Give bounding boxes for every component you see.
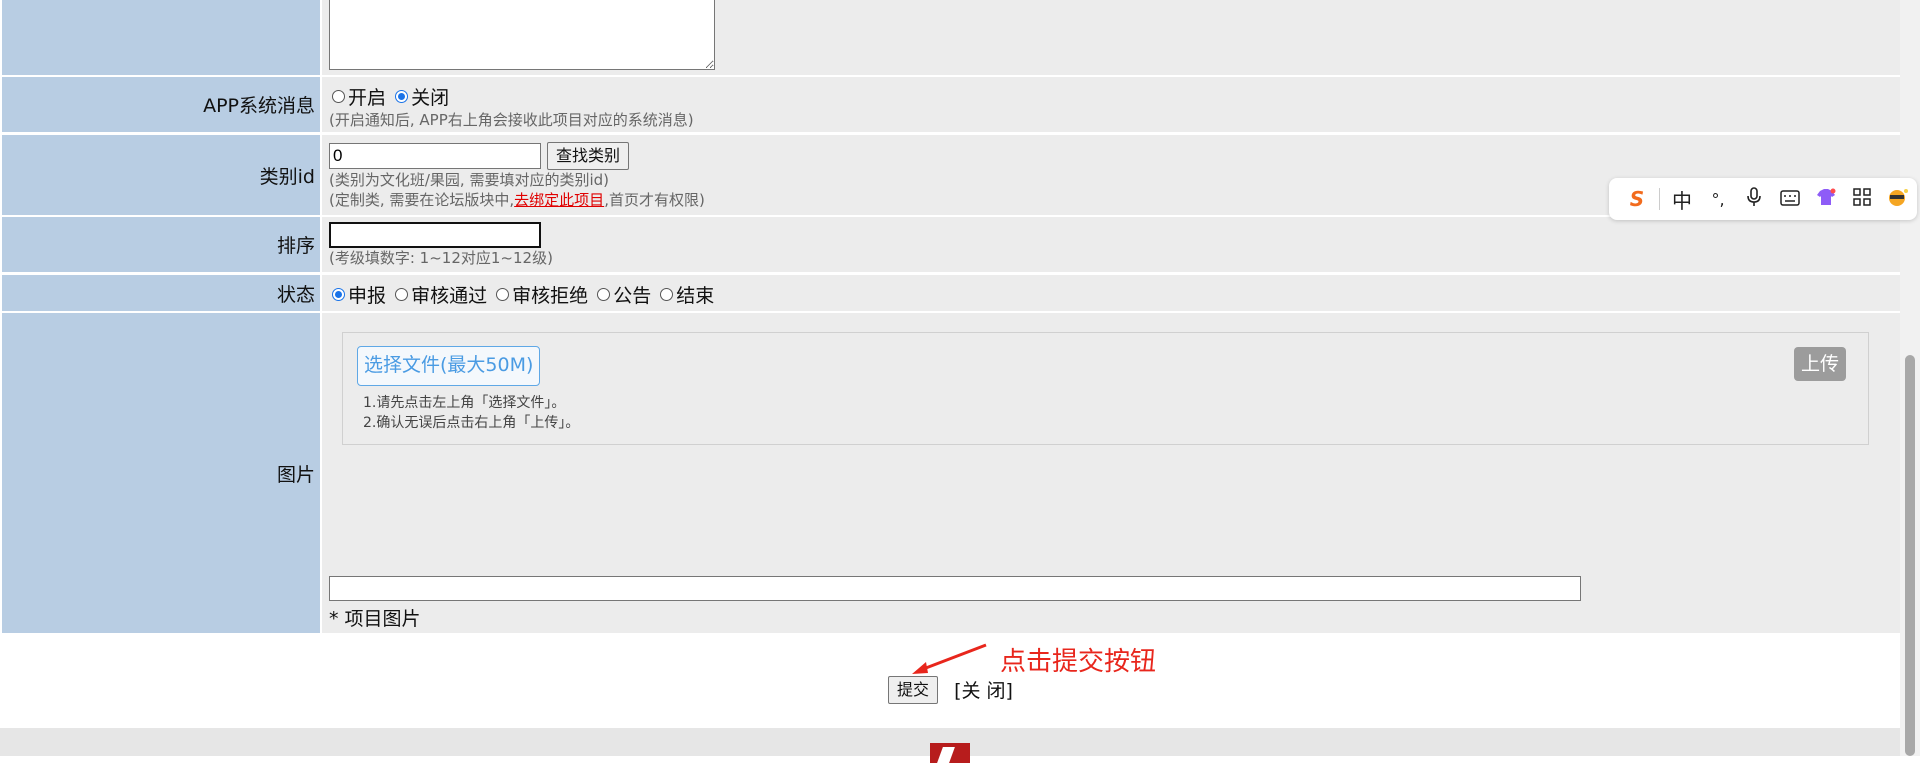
- status-value: 申报 审核通过 审核拒绝 公告 结束: [322, 275, 1900, 311]
- form-actions: 提交 [关 闭]: [888, 676, 1013, 704]
- bind-project-link[interactable]: 去绑定此项目: [514, 191, 604, 209]
- submit-button[interactable]: 提交: [888, 676, 939, 704]
- ime-separator: [1659, 188, 1660, 210]
- image-note: * 项目图片: [329, 608, 421, 630]
- sort-hint: (考级填数字: 1~12对应1~12级): [329, 249, 553, 267]
- description-textarea[interactable]: [329, 0, 715, 70]
- upload-button[interactable]: 上传: [1794, 347, 1846, 381]
- status-option-label: 审核通过: [411, 285, 488, 307]
- sort-row: 排序 (考级填数字: 1~12对应1~12级): [0, 217, 1900, 272]
- textarea-row: [0, 0, 1900, 75]
- ime-punct-toggle[interactable]: °,: [1700, 190, 1736, 209]
- radio-status-end[interactable]: [660, 288, 674, 301]
- radio-app-msg-off[interactable]: [395, 90, 409, 103]
- sort-label: 排序: [2, 217, 320, 272]
- footer-logo: [930, 743, 970, 763]
- app-msg-hint: (开启通知后, APP右上角会接收此项目对应的系统消息): [329, 111, 694, 129]
- upload-tip-1: 1.请先点击左上角「选择文件」。: [363, 395, 566, 411]
- status-option-label: 申报: [348, 285, 387, 307]
- scrollbar-thumb[interactable]: [1905, 355, 1915, 756]
- image-label: 图片: [2, 313, 320, 633]
- textarea-label-cell: [2, 0, 320, 75]
- select-file-button[interactable]: 选择文件(最大50M): [357, 346, 541, 386]
- radio-app-msg-on-label: 开启: [348, 87, 387, 109]
- app-msg-row: APP系统消息 开启 关闭 (开启通知后, APP右上角会接收此项目对应的系统消…: [0, 77, 1900, 132]
- app-msg-value: 开启 关闭 (开启通知后, APP右上角会接收此项目对应的系统消息): [322, 77, 1900, 132]
- close-link[interactable]: [关 闭]: [954, 680, 1013, 702]
- annotation-arrow-icon: [912, 643, 987, 674]
- image-url-input[interactable]: [329, 576, 1581, 601]
- radio-app-msg-on[interactable]: [332, 90, 345, 103]
- footer: [0, 728, 1900, 763]
- status-row: 状态 申报 审核通过 审核拒绝 公告 结束: [0, 275, 1900, 311]
- radio-status-rejected[interactable]: [496, 288, 510, 301]
- annotation-text: 点击提交按钮: [1000, 647, 1157, 677]
- upload-panel: 选择文件(最大50M) 上传 1.请先点击左上角「选择文件」。 2.确认无误后点…: [342, 332, 1869, 445]
- sogou-logo-icon[interactable]: S: [1619, 187, 1655, 211]
- upload-tip-2: 2.确认无误后点击右上角「上传」。: [363, 415, 580, 431]
- find-category-button[interactable]: 查找类别: [547, 142, 630, 170]
- status-option-label: 审核拒绝: [512, 285, 589, 307]
- status-option-label: 结束: [676, 285, 715, 307]
- status-option-label: 公告: [613, 285, 652, 307]
- category-label: 类别id: [2, 135, 320, 215]
- radio-status-approved[interactable]: [395, 288, 409, 301]
- page-scrollbar[interactable]: [1900, 0, 1920, 756]
- status-label: 状态: [2, 275, 320, 311]
- keyboard-icon[interactable]: [1772, 187, 1808, 211]
- upload-tips: 1.请先点击左上角「选择文件」。 2.确认无误后点击右上角「上传」。: [363, 393, 579, 433]
- app-msg-label: APP系统消息: [2, 77, 320, 132]
- ime-toolbar: S 中 °,: [1609, 178, 1917, 220]
- radio-app-msg-off-label: 关闭: [411, 87, 450, 109]
- category-id-input[interactable]: [329, 143, 541, 169]
- mic-icon[interactable]: [1736, 186, 1772, 212]
- avatar-icon[interactable]: [1880, 187, 1916, 212]
- sort-input[interactable]: [329, 222, 541, 248]
- radio-status-declare[interactable]: [332, 288, 345, 301]
- skin-icon[interactable]: [1808, 187, 1844, 211]
- radio-status-notice[interactable]: [597, 288, 611, 301]
- ime-mode-toggle[interactable]: 中: [1664, 185, 1700, 214]
- grid-icon[interactable]: [1844, 187, 1880, 211]
- sort-value: (考级填数字: 1~12对应1~12级): [322, 217, 1900, 272]
